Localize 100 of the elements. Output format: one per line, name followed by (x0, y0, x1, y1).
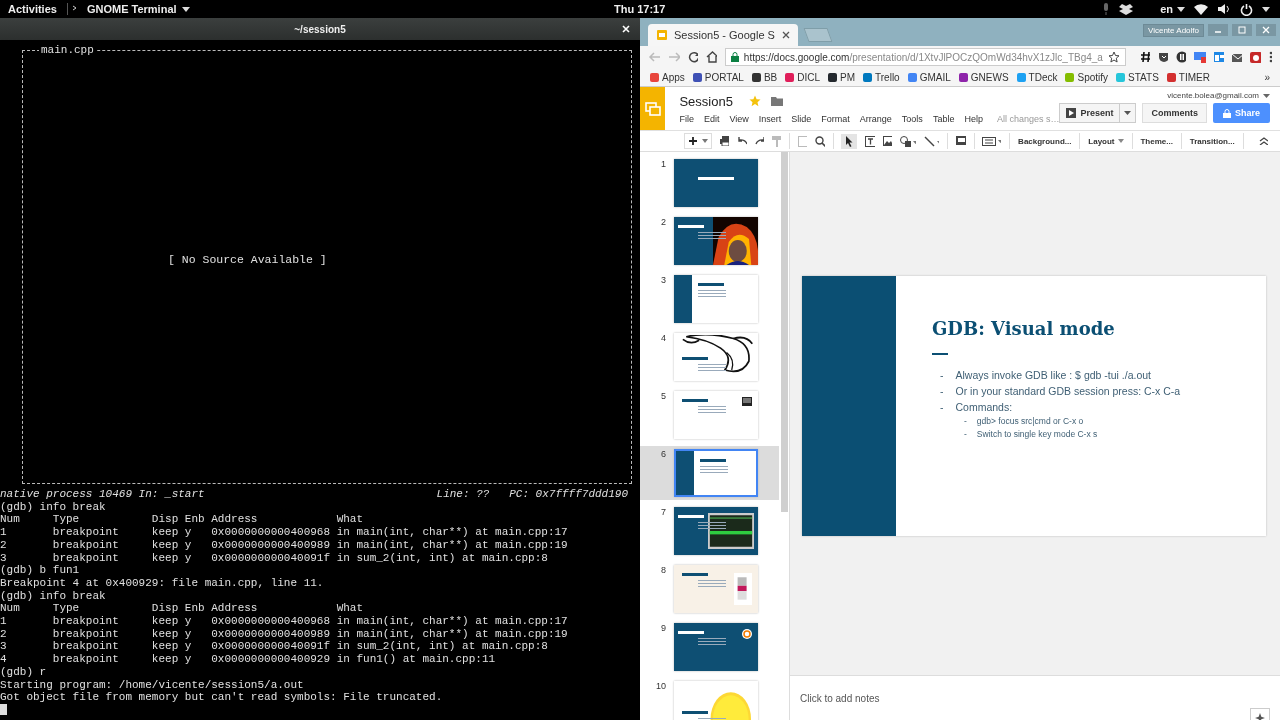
menu-item[interactable]: Format (821, 113, 850, 124)
browser-tab[interactable]: Session5 - Google S (648, 24, 798, 46)
power-icon[interactable] (1240, 2, 1253, 16)
print-icon[interactable] (720, 136, 730, 146)
window-icon[interactable] (1194, 51, 1207, 63)
slide-thumbnail[interactable] (674, 507, 758, 555)
menu-item[interactable]: Arrange (859, 113, 892, 124)
slide-thumbnail[interactable] (674, 623, 758, 671)
menu-icon[interactable] (1268, 51, 1272, 63)
badge-icon (742, 629, 752, 639)
menu-item[interactable]: Help (964, 113, 983, 124)
terminal-line: Breakpoint 4 at 0x400929: file main.cpp, line 11. (0, 576, 325, 590)
slide-thumbnail[interactable] (674, 159, 758, 207)
bookmark[interactable]: TIMER (1166, 71, 1210, 83)
play-icon (1066, 108, 1077, 118)
present-button[interactable]: Present (1059, 103, 1121, 123)
menu-item[interactable]: Insert (758, 113, 782, 124)
bookmark[interactable]: STATS (1116, 71, 1159, 83)
bookmark[interactable]: GMAIL (907, 71, 951, 83)
plus-icon[interactable] (688, 136, 698, 146)
slide-number: 8 (660, 565, 667, 575)
folder-icon[interactable] (770, 96, 783, 106)
clock[interactable]: Thu 17:17 (614, 3, 666, 15)
slide-thumbnail[interactable] (674, 391, 758, 439)
zoom-icon[interactable] (815, 135, 825, 147)
document-title[interactable]: Session5 (679, 93, 733, 109)
tomato-icon[interactable] (1250, 51, 1261, 63)
slide-thumbnail[interactable] (674, 565, 758, 613)
line-icon[interactable] (923, 135, 940, 147)
bookmark[interactable]: GNEWS (958, 71, 1009, 83)
box-icon[interactable] (1119, 3, 1134, 15)
slide-thumbnail[interactable] (674, 333, 758, 381)
menu-item[interactable]: Table (932, 113, 955, 124)
dropdown-button[interactable] (1120, 103, 1137, 123)
envelope-icon[interactable] (1232, 51, 1243, 63)
caret-icon (1263, 93, 1270, 98)
account-email[interactable]: vicente.bolea@gmail.com (1167, 91, 1259, 100)
close-icon[interactable] (782, 31, 790, 39)
star-icon[interactable] (1107, 51, 1120, 63)
close-button[interactable] (1256, 24, 1276, 36)
toolbar-button[interactable]: Background... (1018, 136, 1072, 146)
star-icon[interactable] (748, 95, 761, 107)
bullet-text: Or in your standard GDB session press: C-x C-a (955, 384, 1181, 399)
bookmark[interactable]: PM (828, 71, 856, 83)
keyboard-icon[interactable] (982, 136, 1002, 146)
terminal-line: (gdb) b fun1 (0, 564, 81, 577)
collapse-icon[interactable] (1259, 137, 1269, 145)
text-box-icon[interactable] (865, 135, 875, 147)
slide[interactable]: GDB: Visual mode - Always invoke GDB like : $ gdb -tui ./a.out - Or in your standard GDB session press: C-x C-a - Commands: - gdb> focus src|cmd or C-x o - Switch to single key mode C-x s (802, 276, 1266, 536)
shape-icon[interactable] (900, 135, 916, 147)
bullet-text: Always invoke GDB like : $ gdb -tui ./a.out (955, 368, 1151, 383)
status-process: native process 10469 In: _start (0, 488, 205, 501)
slides-icon (656, 29, 668, 41)
source-message: [ No Source Available ] (168, 253, 327, 266)
slide-thumbnail[interactable] (674, 275, 758, 323)
select-tool[interactable] (841, 133, 858, 149)
caret-icon[interactable] (702, 139, 708, 143)
toolbar-button[interactable]: Transition... (1189, 136, 1235, 146)
wifi-icon[interactable] (1194, 3, 1208, 15)
notes-field[interactable]: Click to add notes (800, 692, 880, 704)
comments-button[interactable]: Comments (1142, 103, 1207, 123)
toolbar-button[interactable]: Layout (1088, 136, 1124, 146)
address-bar[interactable]: https://docs.google.com/presentation/d/1XtvJlPOCzQOmWd34hvX1zJlc_TBg4_a (724, 48, 1126, 66)
activities-button[interactable]: Activities (0, 3, 68, 15)
slide-thumbnail[interactable] (674, 217, 758, 265)
calendar-icon[interactable] (1214, 51, 1225, 63)
bullet-mark: - (964, 428, 967, 441)
toolbar-button[interactable]: Theme... (1140, 136, 1173, 146)
bookmark[interactable]: TDeck (1016, 71, 1058, 83)
hash-icon[interactable] (1139, 51, 1151, 63)
app-menu[interactable]: GNOME Terminal (67, 3, 190, 15)
scrollbar[interactable] (781, 152, 788, 512)
menu-item[interactable]: Edit (703, 113, 720, 124)
volume-icon[interactable] (1217, 3, 1231, 15)
bookmark[interactable]: Apps (650, 71, 685, 83)
slide-number: 3 (660, 275, 667, 285)
slide-thumbnail[interactable] (674, 449, 758, 497)
more-bookmarks-button[interactable]: » (1264, 71, 1270, 83)
shield-icon[interactable] (1158, 51, 1169, 63)
bookmark[interactable]: BB (751, 71, 778, 83)
menu-item[interactable]: Tools (901, 113, 923, 124)
image-icon[interactable] (882, 136, 893, 146)
menu-item[interactable]: Slide (791, 113, 812, 124)
slide-thumbnail[interactable] (674, 681, 758, 720)
bookmark[interactable]: Spotify (1065, 71, 1109, 83)
undo-icon[interactable] (737, 137, 747, 145)
redo-icon[interactable] (754, 137, 765, 145)
text-cursor (0, 703, 7, 715)
slide-number: 2 (660, 217, 667, 227)
menu-item[interactable]: File (679, 113, 694, 124)
menu-item[interactable]: View (729, 113, 749, 124)
language-menu[interactable]: en (1160, 3, 1173, 15)
bookmark[interactable]: DICL (785, 71, 821, 83)
microphone-icon[interactable] (1102, 3, 1111, 15)
terminal-line: 1 breakpoint keep y 0x0000000000400968 in main(int, char**) at main.cpp:17 (0, 526, 569, 539)
home-icon[interactable] (705, 51, 717, 63)
comment-icon[interactable] (956, 135, 966, 147)
reload-icon[interactable] (687, 51, 698, 63)
bookmark[interactable]: Trello (863, 71, 900, 83)
bookmark[interactable]: PORTAL (692, 71, 744, 83)
